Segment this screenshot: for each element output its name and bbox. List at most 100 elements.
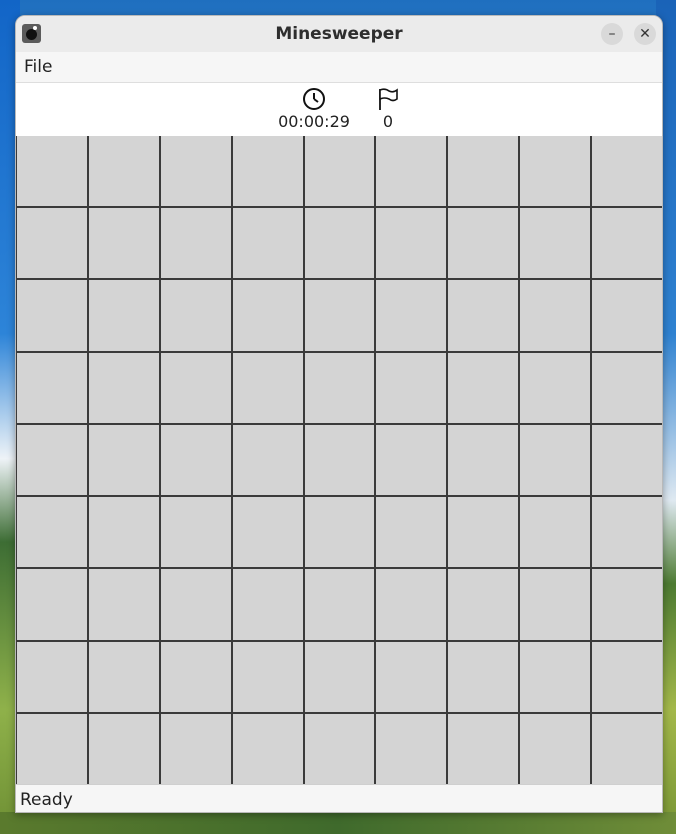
minefield-cell[interactable]: [17, 352, 87, 423]
minefield-cell[interactable]: [88, 280, 159, 351]
minefield-cell[interactable]: [376, 569, 447, 640]
minefield-cell[interactable]: [160, 280, 231, 351]
minefield-cell[interactable]: [88, 352, 159, 423]
minesweeper-window: Minesweeper – ✕ File 00:00:29 0 Ready: [15, 15, 663, 813]
minefield-cell[interactable]: [592, 713, 662, 784]
window-title: Minesweeper: [275, 24, 403, 44]
minefield-cell[interactable]: [160, 497, 231, 568]
minefield-cell[interactable]: [160, 641, 231, 712]
minefield-cell[interactable]: [448, 641, 519, 712]
desktop-background-bottom: [0, 812, 676, 834]
clock-icon: [303, 88, 325, 110]
minefield-cell[interactable]: [160, 424, 231, 496]
minefield-cell[interactable]: [232, 352, 303, 423]
minefield-cell[interactable]: [88, 497, 159, 568]
minefield-cell[interactable]: [520, 497, 591, 568]
minefield-cell[interactable]: [17, 424, 87, 496]
timer-value: 00:00:29: [278, 112, 350, 131]
minefield-cell[interactable]: [17, 136, 87, 207]
minefield-grid: [16, 136, 662, 784]
minefield-cell[interactable]: [232, 497, 303, 568]
minefield-cell[interactable]: [17, 569, 87, 640]
minefield-cell[interactable]: [304, 352, 375, 423]
minefield-cell[interactable]: [448, 352, 519, 423]
minefield-cell[interactable]: [232, 713, 303, 784]
minimize-icon: –: [608, 26, 616, 42]
minefield-cell[interactable]: [17, 497, 87, 568]
minefield-cell[interactable]: [376, 424, 447, 496]
minefield-cell[interactable]: [304, 497, 375, 568]
close-button[interactable]: ✕: [634, 23, 656, 45]
minefield-cell[interactable]: [448, 713, 519, 784]
minefield-cell[interactable]: [376, 136, 447, 207]
minefield-cell[interactable]: [520, 569, 591, 640]
minefield-cell[interactable]: [592, 280, 662, 351]
status-bar: Ready: [16, 784, 662, 812]
minefield-cell[interactable]: [232, 424, 303, 496]
minimize-button[interactable]: –: [601, 23, 623, 45]
minefield-cell[interactable]: [520, 352, 591, 423]
minefield-cell[interactable]: [88, 208, 159, 279]
minefield-cell[interactable]: [232, 280, 303, 351]
minefield-cell[interactable]: [88, 424, 159, 496]
minefield-cell[interactable]: [160, 569, 231, 640]
menu-file[interactable]: File: [24, 52, 52, 82]
minefield-cell[interactable]: [88, 713, 159, 784]
game-header: 00:00:29 0: [16, 83, 662, 137]
minefield-cell[interactable]: [17, 713, 87, 784]
minefield-cell[interactable]: [376, 208, 447, 279]
minefield-cell[interactable]: [17, 641, 87, 712]
minefield-cell[interactable]: [232, 208, 303, 279]
minefield-cell[interactable]: [304, 208, 375, 279]
minefield-cell[interactable]: [160, 352, 231, 423]
minefield-cell[interactable]: [592, 208, 662, 279]
minefield-cell[interactable]: [520, 208, 591, 279]
minefield-cell[interactable]: [304, 713, 375, 784]
minefield-cell[interactable]: [160, 136, 231, 207]
minefield-cell[interactable]: [592, 424, 662, 496]
minefield-cell[interactable]: [232, 641, 303, 712]
menu-bar: File: [16, 52, 662, 83]
timer: 00:00:29: [274, 87, 354, 131]
title-bar[interactable]: Minesweeper – ✕: [16, 16, 662, 53]
minefield-cell[interactable]: [448, 424, 519, 496]
minefield-cell[interactable]: [592, 497, 662, 568]
minefield-cell[interactable]: [592, 136, 662, 207]
minefield-cell[interactable]: [448, 280, 519, 351]
minefield-cell[interactable]: [17, 208, 87, 279]
minefield-cell[interactable]: [376, 641, 447, 712]
flag-counter: 0: [368, 87, 408, 131]
minefield-cell[interactable]: [520, 136, 591, 207]
minefield-cell[interactable]: [160, 208, 231, 279]
minefield-cell[interactable]: [88, 569, 159, 640]
minefield-cell[interactable]: [448, 569, 519, 640]
close-icon: ✕: [639, 26, 651, 42]
minefield-cell[interactable]: [448, 497, 519, 568]
minefield-cell[interactable]: [520, 424, 591, 496]
minefield-cell[interactable]: [592, 569, 662, 640]
minefield-cell[interactable]: [304, 280, 375, 351]
minefield-cell[interactable]: [376, 280, 447, 351]
minefield-cell[interactable]: [17, 280, 87, 351]
minefield-cell[interactable]: [448, 136, 519, 207]
minefield-cell[interactable]: [520, 280, 591, 351]
minefield-cell[interactable]: [376, 497, 447, 568]
minefield-cell[interactable]: [88, 136, 159, 207]
minefield-cell[interactable]: [232, 136, 303, 207]
minefield-cell[interactable]: [592, 352, 662, 423]
minefield-cell[interactable]: [88, 641, 159, 712]
minefield-cell[interactable]: [376, 713, 447, 784]
minefield-cell[interactable]: [520, 713, 591, 784]
minefield-cell[interactable]: [160, 713, 231, 784]
minefield-cell[interactable]: [304, 641, 375, 712]
minefield-cell[interactable]: [304, 136, 375, 207]
flag-count-value: 0: [382, 112, 394, 131]
minefield-cell[interactable]: [304, 569, 375, 640]
minefield-cell[interactable]: [520, 641, 591, 712]
minefield-cell[interactable]: [232, 569, 303, 640]
minefield-cell[interactable]: [304, 424, 375, 496]
status-text: Ready: [20, 790, 73, 810]
minefield-cell[interactable]: [376, 352, 447, 423]
minefield-cell[interactable]: [448, 208, 519, 279]
minefield-cell[interactable]: [592, 641, 662, 712]
